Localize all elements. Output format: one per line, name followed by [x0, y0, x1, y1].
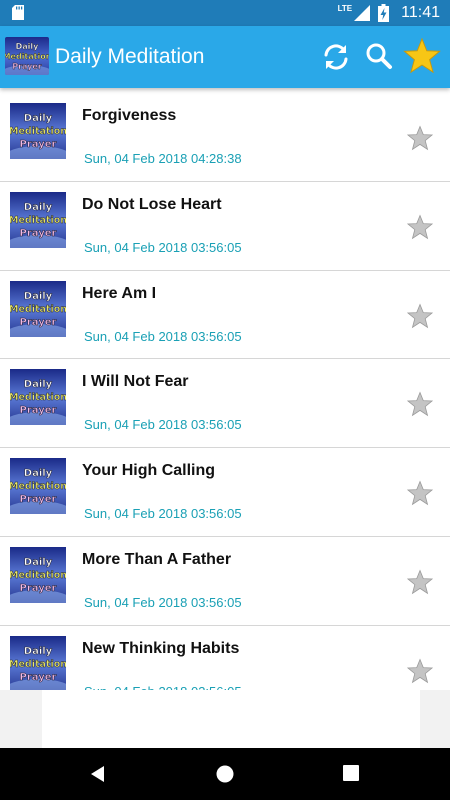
svg-text:Prayer: Prayer [20, 494, 57, 505]
thumbnail: Daily Meditation Prayer [10, 369, 66, 426]
star-icon[interactable] [407, 480, 433, 506]
navigation-bar [0, 748, 450, 800]
list-item[interactable]: Daily Meditation Prayer Do Not Lose Hear… [0, 182, 450, 271]
favorites-star-icon[interactable] [403, 37, 441, 75]
item-title: I Will Not Fear [82, 373, 189, 391]
item-date: Sun, 04 Feb 2018 04:28:38 [84, 151, 242, 166]
list-item[interactable]: Daily Meditation Prayer More Than A Fath… [0, 537, 450, 626]
svg-text:Daily: Daily [24, 646, 53, 657]
item-title: More Than A Father [82, 550, 232, 568]
svg-text:Meditation: Meditation [10, 481, 66, 492]
item-title: New Thinking Habits [82, 639, 240, 657]
thumbnail: Daily Meditation Prayer [10, 458, 66, 515]
svg-text:Daily: Daily [16, 42, 40, 51]
ad-banner-area [0, 690, 450, 748]
item-title: Your High Calling [82, 462, 216, 480]
thumbnail: Daily Meditation Prayer [10, 280, 66, 337]
search-icon[interactable] [363, 40, 395, 72]
item-title: Here Am I [82, 284, 157, 302]
star-icon[interactable] [407, 125, 433, 151]
item-title: Do Not Lose Heart [82, 195, 222, 213]
app-title: Daily Meditation [55, 45, 205, 68]
battery-charging-icon [378, 4, 390, 22]
svg-text:Meditation: Meditation [10, 215, 66, 226]
svg-text:Meditation: Meditation [10, 659, 66, 670]
svg-text:Prayer: Prayer [20, 228, 57, 239]
article-list: Daily Meditation Prayer Forgiveness Sun,… [0, 93, 450, 690]
svg-text:Meditation: Meditation [10, 304, 66, 315]
back-icon[interactable] [88, 764, 108, 784]
recent-apps-icon[interactable] [342, 764, 360, 782]
svg-text:Meditation: Meditation [5, 52, 49, 61]
thumbnail: Daily Meditation Prayer [10, 191, 66, 248]
item-title: Forgiveness [82, 107, 177, 124]
network-type: LTE [337, 4, 353, 13]
svg-text:Meditation: Meditation [10, 570, 66, 581]
signal-icon [354, 5, 371, 21]
svg-text:Daily: Daily [24, 557, 53, 568]
svg-text:Daily: Daily [24, 291, 53, 302]
svg-text:Daily: Daily [24, 468, 53, 479]
ad-banner[interactable] [42, 690, 420, 748]
item-date: Sun, 04 Feb 2018 03:56:05 [84, 506, 242, 522]
clock: 11:41 [401, 4, 440, 21]
svg-text:Prayer: Prayer [20, 405, 57, 416]
star-icon[interactable] [407, 658, 433, 684]
home-icon[interactable] [215, 764, 235, 784]
svg-text:Prayer: Prayer [20, 672, 57, 683]
svg-text:Prayer: Prayer [20, 139, 57, 150]
svg-text:Prayer: Prayer [20, 317, 57, 328]
svg-text:Meditation: Meditation [10, 392, 66, 403]
status-bar: LTE 11:41 [0, 0, 450, 26]
svg-text:Prayer: Prayer [12, 62, 42, 71]
refresh-icon[interactable] [320, 41, 352, 73]
item-date: Sun, 04 Feb 2018 03:56:05 [84, 594, 242, 610]
thumbnail: Daily Meditation Prayer [10, 546, 66, 603]
list-item[interactable]: Daily Meditation Prayer I Will Not Fear … [0, 359, 450, 449]
list-item[interactable]: Daily Meditation Prayer Here Am I Sun, 0… [0, 271, 450, 360]
star-icon[interactable] [407, 303, 433, 329]
svg-text:Daily: Daily [24, 202, 53, 213]
list-item[interactable]: Daily Meditation Prayer Forgiveness Sun,… [0, 93, 450, 182]
app-logo: Daily Meditation Prayer [5, 37, 49, 75]
thumbnail: Daily Meditation Prayer [10, 103, 66, 159]
svg-text:Prayer: Prayer [20, 583, 57, 594]
svg-text:Daily: Daily [24, 113, 53, 124]
screen: LTE 11:41 Daily Meditation Prayer Daily … [0, 0, 450, 800]
item-date: Sun, 04 Feb 2018 03:56:05 [84, 417, 242, 433]
list-item[interactable]: Daily Meditation Prayer New Thinking Hab… [0, 626, 450, 690]
status-icons: LTE 11:41 [338, 0, 440, 26]
item-date: Sun, 04 Feb 2018 03:56:05 [84, 328, 242, 344]
sd-card-icon [12, 5, 24, 20]
svg-text:Meditation: Meditation [10, 126, 66, 137]
svg-text:Daily: Daily [24, 379, 53, 390]
list-item[interactable]: Daily Meditation Prayer Your High Callin… [0, 448, 450, 537]
item-date: Sun, 04 Feb 2018 03:56:05 [84, 239, 242, 255]
app-bar: Daily Meditation Prayer Daily Meditation [0, 26, 450, 88]
star-icon[interactable] [407, 214, 433, 240]
thumbnail: Daily Meditation Prayer [10, 635, 66, 690]
star-icon[interactable] [407, 569, 433, 595]
star-icon[interactable] [407, 391, 433, 417]
